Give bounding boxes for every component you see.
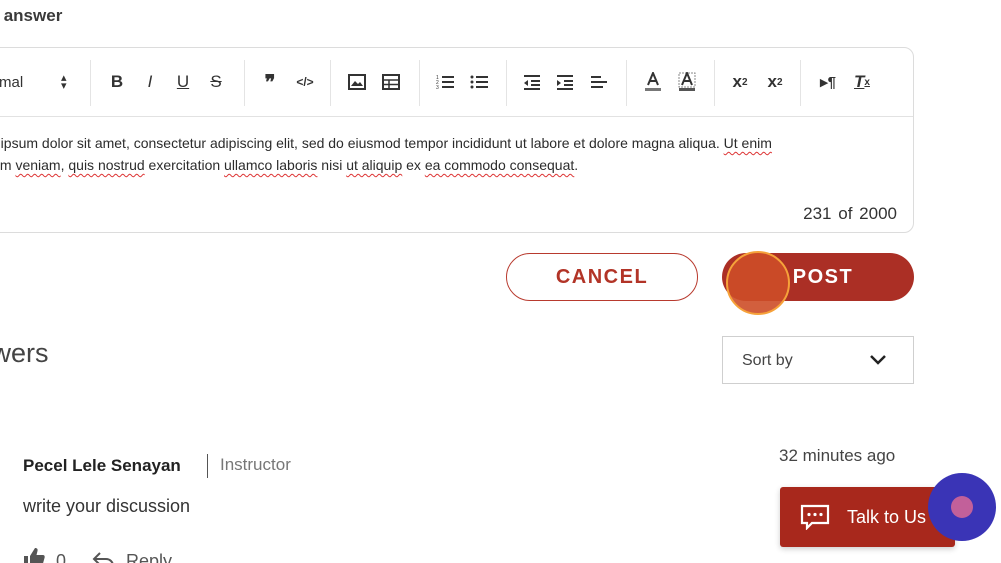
answers-heading: swers	[0, 338, 49, 368]
editor-text-segment: ex	[402, 157, 425, 173]
spellcheck-word: ea commodo consequat	[424, 157, 575, 173]
italic-icon[interactable]: I	[140, 70, 160, 94]
spellcheck-word: veniam	[15, 157, 61, 173]
toolbar-divider	[506, 60, 507, 106]
indent-icon[interactable]	[555, 70, 575, 94]
answer-time: 32 minutes ago	[779, 446, 896, 465]
toolbar-divider	[419, 60, 420, 106]
highlight-icon[interactable]	[677, 70, 697, 94]
author-divider	[207, 454, 208, 478]
sort-select[interactable]: Sort by	[722, 336, 914, 384]
align-left-icon[interactable]	[589, 70, 609, 94]
bold-icon[interactable]: B	[107, 70, 127, 94]
toolbar-divider	[800, 60, 801, 106]
clear-format-icon[interactable]: Tx	[851, 70, 873, 94]
spellcheck-word: ullamco laboris	[224, 157, 318, 173]
chat-icon	[800, 504, 830, 530]
spellcheck-word: Ut enim	[723, 135, 772, 151]
editor-content[interactable]: n ipsum dolor sit amet, consectetur adip…	[0, 132, 899, 176]
widget-dot-icon	[951, 496, 973, 518]
svg-text:3: 3	[436, 85, 439, 90]
editor-text-segment: nisi	[317, 157, 347, 173]
superscript-base: x	[767, 72, 777, 91]
table-icon[interactable]	[381, 70, 401, 94]
section-heading: ur answer	[0, 6, 63, 25]
clear-format-base: T	[854, 72, 865, 91]
superscript-icon[interactable]: x2	[764, 70, 786, 94]
toolbar-divider	[90, 60, 91, 106]
strikethrough-icon[interactable]: S	[206, 70, 226, 94]
character-counter: 231 of 2000	[801, 204, 897, 224]
font-color-icon[interactable]	[643, 70, 663, 94]
chat-widget-launcher[interactable]	[928, 473, 996, 541]
rich-text-editor[interactable]: mal ▴ ▾ B I U S ❞ </> 123 x 2 x 2 ▸¶ T x…	[0, 47, 914, 233]
editor-text-segment: exercitation	[144, 157, 225, 173]
editor-line-1-text: n ipsum dolor sit amet, consectetur adip…	[0, 135, 724, 151]
answer-author[interactable]: Pecel Lele Senayan	[23, 456, 181, 476]
format-select-value: mal	[0, 73, 24, 91]
reply-button[interactable]: Reply	[126, 551, 172, 563]
spellcheck-word: quis nostrud	[68, 157, 145, 173]
format-select[interactable]: mal ▴ ▾	[0, 70, 77, 94]
click-indicator	[726, 251, 790, 315]
sort-select-label: Sort by	[742, 352, 793, 369]
subscript-base: x	[732, 72, 742, 91]
reply-icon[interactable]	[91, 550, 115, 563]
thumbs-up-icon[interactable]	[22, 546, 46, 563]
clear-format-mark: x	[864, 76, 870, 88]
code-icon[interactable]: </>	[293, 70, 317, 94]
like-count: 0	[56, 551, 67, 563]
superscript-mark: 2	[776, 76, 783, 88]
chevron-down-icon	[870, 355, 886, 365]
editor-line-1: n ipsum dolor sit amet, consectetur adip…	[0, 132, 899, 154]
format-select-arrows-icon: ▴ ▾	[61, 72, 67, 92]
toolbar-divider	[626, 60, 627, 106]
subscript-icon[interactable]: x2	[729, 70, 751, 94]
editor-line-2: nim veniam, quis nostrud exercitation ul…	[0, 154, 899, 176]
counter-max: 2000	[859, 204, 897, 223]
editor-text-segment: .	[574, 157, 579, 173]
editor-text-segment: nim	[0, 157, 12, 173]
counter-current: 231	[803, 204, 832, 223]
text-direction-icon[interactable]: ▸¶	[817, 70, 839, 94]
spellcheck-word: ut aliquip	[346, 157, 403, 173]
toolbar-divider	[330, 60, 331, 106]
image-icon[interactable]	[347, 70, 367, 94]
cancel-button[interactable]: CANCEL	[506, 253, 698, 301]
quote-icon[interactable]: ❞	[260, 70, 280, 94]
counter-of: of	[838, 204, 853, 223]
talk-to-us-label: Talk to Us	[847, 507, 927, 527]
subscript-mark: 2	[741, 76, 748, 88]
ordered-list-icon[interactable]: 123	[435, 70, 455, 94]
editor-toolbar: mal ▴ ▾ B I U S ❞ </> 123 x 2 x 2 ▸¶ T x	[0, 48, 913, 117]
bullet-list-icon[interactable]	[469, 70, 489, 94]
outdent-icon[interactable]	[522, 70, 542, 94]
toolbar-divider	[244, 60, 245, 106]
toolbar-divider	[714, 60, 715, 106]
underline-icon[interactable]: U	[173, 70, 193, 94]
answer-text: write your discussion	[23, 496, 191, 516]
answer-role: Instructor	[220, 455, 291, 474]
